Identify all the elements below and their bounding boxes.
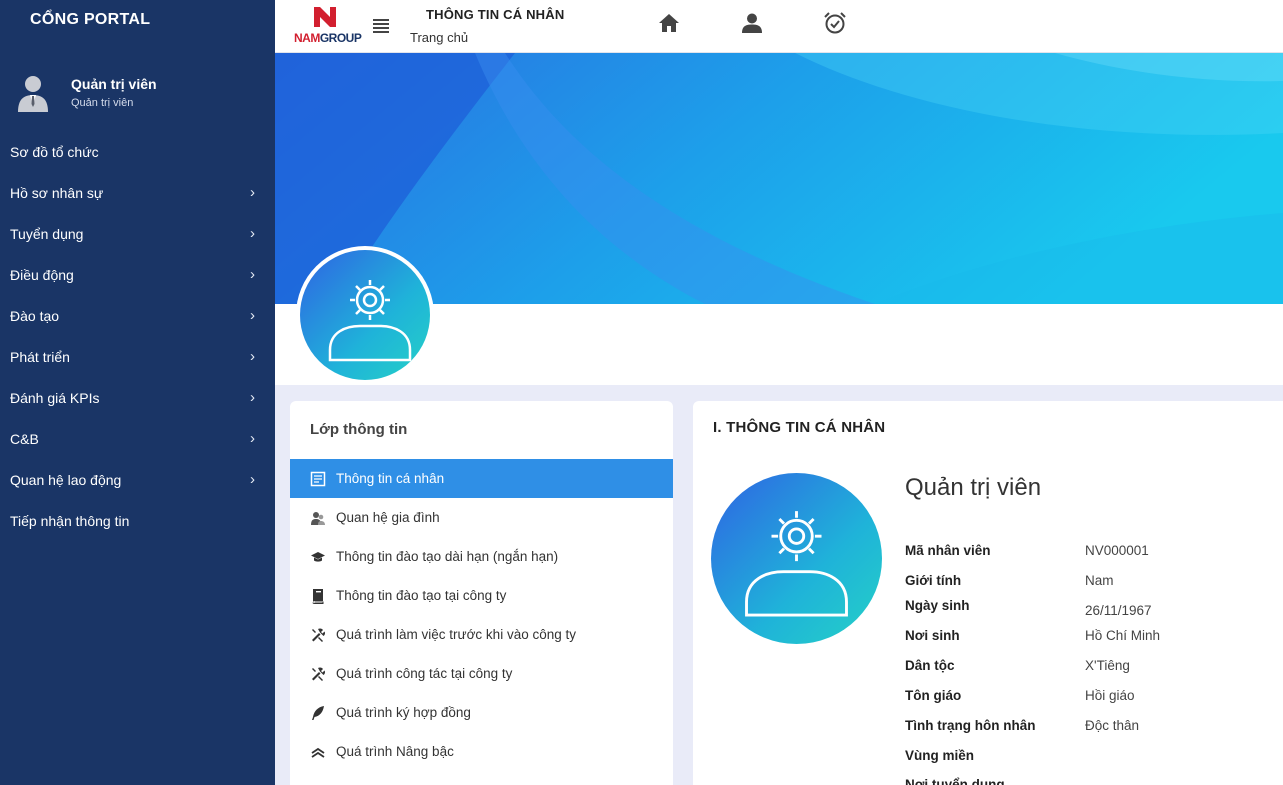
sidebar-user[interactable]: Quản trị viên Quản trị viên — [0, 52, 275, 136]
personal-info-panel: I. THÔNG TIN CÁ NHÂN Quản trị viên Mã nh… — [693, 401, 1283, 785]
sidebar-item-information-intake[interactable]: Tiếp nhận thông tin — [0, 505, 275, 546]
home-icon[interactable] — [657, 11, 681, 35]
sidebar-user-role: Quản trị viên — [71, 97, 134, 109]
chevron-right-icon: › — [250, 184, 255, 201]
tab-long-term-training[interactable]: Thông tin đào tạo dài hạn (ngắn hạn) — [290, 537, 673, 576]
alarm-clock-icon[interactable] — [823, 11, 847, 35]
feather-icon — [312, 706, 324, 720]
field-label: Nơi tuyển dụng — [905, 777, 1005, 785]
chevron-right-icon: › — [250, 225, 255, 242]
tab-contract-history[interactable]: Quá trình ký hợp đồng — [290, 693, 673, 732]
graduation-cap-icon — [311, 552, 325, 562]
chevrons-up-icon — [311, 747, 325, 758]
sidebar-item-development[interactable]: Phát triển › — [0, 341, 275, 382]
namgroup-logo-text[interactable]: NAMGROUP — [294, 31, 362, 45]
field-label: Dân tộc — [905, 658, 955, 673]
tab-promotion-history[interactable]: Quá trình Nâng bậc — [290, 732, 673, 771]
field-label: Tôn giáo — [905, 688, 962, 703]
sidebar-item-transfer[interactable]: Điều động › — [0, 259, 275, 300]
chevron-right-icon: › — [250, 307, 255, 324]
chevron-right-icon: › — [250, 348, 255, 365]
chevron-right-icon: › — [250, 430, 255, 447]
sidebar-item-hr-records[interactable]: Hồ sơ nhân sự › — [0, 177, 275, 218]
info-layers-panel: Lớp thông tin Thông tin cá nhân Quan hệ … — [290, 401, 673, 785]
family-icon — [311, 512, 325, 525]
field-label: Ngày sinh — [905, 598, 970, 613]
user-avatar-icon — [18, 76, 48, 112]
field-value-religion: Hồi giáo — [1085, 688, 1135, 703]
sidebar-item-recruitment[interactable]: Tuyển dụng › — [0, 218, 275, 259]
sidebar-item-label: Đánh giá KPIs — [10, 390, 100, 406]
breadcrumb-home[interactable]: Trang chủ — [410, 30, 468, 45]
employee-full-name: Quản trị viên — [905, 474, 1042, 501]
chevron-right-icon: › — [250, 471, 255, 488]
tab-label: Quá trình công tác tại công ty — [336, 666, 513, 681]
info-layers-title: Lớp thông tin — [310, 421, 408, 438]
user-icon[interactable] — [740, 11, 764, 35]
field-value-birthdate: 26/11/1967 — [1085, 603, 1152, 618]
field-label: Mã nhân viên — [905, 543, 991, 558]
page-title: THÔNG TIN CÁ NHÂN — [426, 7, 565, 22]
tab-label: Thông tin cá nhân — [336, 471, 445, 486]
sidebar-item-label: Đào tạo — [10, 308, 60, 324]
tab-family-relations[interactable]: Quan hệ gia đình — [290, 498, 673, 537]
employee-avatar — [711, 473, 882, 644]
field-value-employee-id: NV000001 — [1085, 543, 1149, 558]
sidebar-user-name: Quản trị viên — [71, 76, 157, 92]
book-icon — [312, 589, 324, 604]
logo-group: GROUP — [319, 31, 362, 45]
field-value-birthplace: Hồ Chí Minh — [1085, 628, 1161, 643]
sidebar-item-cnb[interactable]: C&B › — [0, 423, 275, 464]
profile-avatar[interactable] — [300, 250, 430, 380]
sidebar-item-labor-relations[interactable]: Quan hệ lao động › — [0, 464, 275, 505]
sidebar: CỔNG PORTAL Quản trị viên Quản trị viên … — [0, 0, 275, 785]
tab-label: Thông tin đào tạo tại công ty — [336, 588, 507, 603]
tab-label: Thông tin đào tạo dài hạn (ngắn hạn) — [336, 549, 559, 564]
sidebar-item-label: C&B — [10, 431, 39, 447]
field-value-marital-status: Độc thân — [1085, 718, 1140, 733]
sidebar-item-label: Phát triển — [10, 349, 70, 365]
field-label: Vùng miền — [905, 748, 975, 763]
field-label: Giới tính — [905, 573, 962, 588]
field-value-ethnicity: X'Tiêng — [1085, 658, 1130, 673]
tab-label: Quá trình làm việc trước khi vào công ty — [336, 627, 576, 642]
tools-icon — [312, 628, 326, 642]
sidebar-item-label: Tiếp nhận thông tin — [10, 513, 130, 529]
logo-nam: NAM — [294, 31, 320, 45]
chevron-right-icon: › — [250, 389, 255, 406]
sidebar-item-kpis[interactable]: Đánh giá KPIs › — [0, 382, 275, 423]
sidebar-item-label: Điều động — [10, 267, 74, 283]
topbar: NAMGROUP THÔNG TIN CÁ NHÂN Trang chủ — [275, 0, 1283, 53]
menu-toggle-icon[interactable] — [373, 16, 391, 34]
portal-brand[interactable]: CỔNG PORTAL — [0, 0, 275, 52]
tab-label: Quá trình Nâng bậc — [336, 744, 454, 759]
info-layers-list: Thông tin cá nhân Quan hệ gia đình Thông… — [290, 459, 673, 771]
sidebar-item-label: Tuyển dụng — [10, 226, 84, 242]
chevron-right-icon: › — [250, 266, 255, 283]
tab-work-before-company[interactable]: Quá trình làm việc trước khi vào công ty — [290, 615, 673, 654]
tools-icon — [312, 667, 326, 681]
field-label: Nơi sinh — [905, 628, 960, 643]
tab-company-training[interactable]: Thông tin đào tạo tại công ty — [290, 576, 673, 615]
tab-label: Quá trình ký hợp đồng — [336, 705, 471, 720]
tab-personal-info[interactable]: Thông tin cá nhân — [290, 459, 673, 498]
field-value-gender: Nam — [1085, 573, 1114, 588]
id-card-icon — [310, 471, 326, 487]
tab-work-at-company[interactable]: Quá trình công tác tại công ty — [290, 654, 673, 693]
section-title: I. THÔNG TIN CÁ NHÂN — [713, 419, 886, 436]
sidebar-item-org-chart[interactable]: Sơ đồ tổ chức — [0, 136, 275, 177]
field-label: Tình trạng hôn nhân — [905, 718, 1036, 733]
profile-cover-banner — [275, 53, 1283, 304]
sidebar-item-label: Hồ sơ nhân sự — [10, 185, 104, 201]
sidebar-menu: Sơ đồ tổ chức Hồ sơ nhân sự › Tuyển dụng ›… — [0, 136, 275, 546]
tab-label: Quan hệ gia đình — [336, 510, 440, 525]
sidebar-item-label: Quan hệ lao động — [10, 472, 122, 488]
sidebar-item-label: Sơ đồ tổ chức — [10, 144, 99, 160]
sidebar-item-training[interactable]: Đào tạo › — [0, 300, 275, 341]
